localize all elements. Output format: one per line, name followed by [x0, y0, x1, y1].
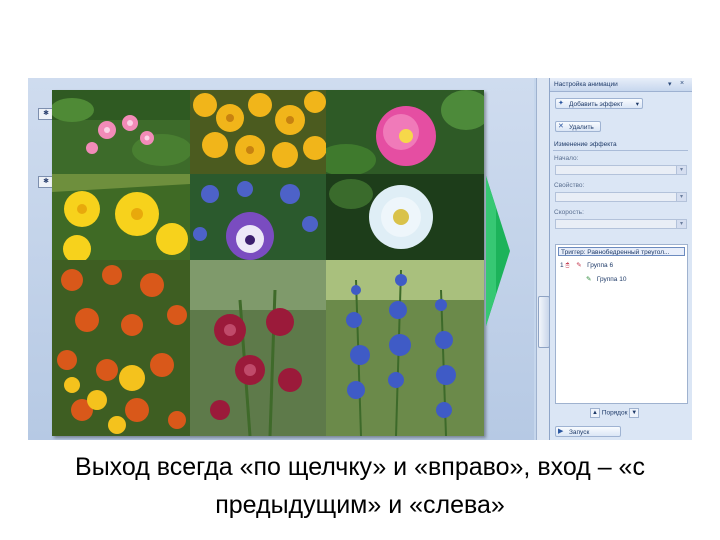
start-select[interactable]: ▾: [555, 165, 687, 175]
add-effect-icon: ✦: [558, 100, 564, 107]
photo-marigolds[interactable]: [52, 260, 190, 436]
remove-label: Удалить: [569, 124, 594, 131]
slide-caption: Выход всегда «по щелчку» и «вправо», вхо…: [75, 453, 645, 519]
divider: [553, 150, 688, 151]
speed-select[interactable]: ▾: [555, 219, 687, 229]
photo-yellow-lilies[interactable]: [52, 174, 190, 260]
add-effect-label: Добавить эффект: [569, 101, 624, 108]
property-label: Свойство:: [554, 182, 585, 189]
reorder-label: Порядок: [601, 409, 628, 417]
effect-item-1[interactable]: 1 🖰 ✎ Группа 6: [560, 261, 613, 270]
trigger-row[interactable]: Триггер: Равнобедренный треугол...: [558, 247, 685, 256]
slide-vertical-scrollbar[interactable]: [536, 78, 550, 440]
photo-red-lilies[interactable]: [190, 260, 326, 436]
move-down-icon[interactable]: ▼: [629, 408, 640, 418]
remove-effect-button[interactable]: ✕ Удалить: [555, 121, 601, 132]
start-label: Начало:: [554, 155, 579, 162]
effects-list[interactable]: Триггер: Равнобедренный треугол... 1 🖰 ✎…: [555, 244, 688, 404]
chevron-down-icon: ▾: [676, 166, 686, 174]
photo-white-rose[interactable]: [326, 174, 484, 260]
slide-editing-area: ✱ ✱: [28, 78, 534, 440]
green-triangle-arrow[interactable]: [486, 176, 510, 326]
pane-header: Настройка анимации ▾ ×: [550, 78, 692, 92]
photo-blue-delphinium[interactable]: [326, 260, 484, 436]
powerpoint-screenshot: ✱ ✱ Настройка анимации ▾ × ✦ Добавить эф…: [28, 78, 692, 440]
chevron-down-icon: ▾: [676, 220, 686, 228]
photo-pansies[interactable]: [190, 174, 326, 260]
play-label: Запуск: [569, 429, 590, 436]
change-effect-label: Изменение эффекта: [554, 141, 617, 148]
custom-animation-pane: Настройка анимации ▾ × ✦ Добавить эффект…: [549, 78, 692, 440]
speed-label: Скорость:: [554, 209, 584, 216]
chevron-down-icon: ▾: [676, 193, 686, 201]
exit-effect-icon: ✎: [576, 262, 582, 269]
move-up-icon[interactable]: ▲: [590, 408, 600, 418]
property-select[interactable]: ▾: [555, 192, 687, 202]
play-button[interactable]: ▶ Запуск: [555, 426, 621, 437]
photo-pink-lilies[interactable]: [52, 90, 190, 174]
pane-title: Настройка анимации: [554, 81, 618, 88]
remove-icon: ✕: [558, 123, 564, 130]
entrance-effect-icon: ✎: [586, 276, 592, 283]
effect-label: Группа 6: [587, 262, 614, 269]
chevron-down-icon[interactable]: ▾: [668, 80, 672, 88]
reorder-controls: ▲ Порядок ▼: [590, 408, 640, 418]
add-effect-button[interactable]: ✦ Добавить эффект ▾: [555, 98, 643, 109]
photo-yellow-flowers[interactable]: [190, 90, 326, 174]
effect-label: Группа 10: [596, 276, 627, 283]
close-icon[interactable]: ×: [680, 80, 684, 87]
dropdown-arrow-icon: ▾: [635, 101, 639, 108]
effect-number: 1: [560, 262, 564, 269]
play-icon: ▶: [558, 428, 564, 435]
mouse-click-icon: 🖰: [565, 262, 570, 269]
effect-item-2[interactable]: ✎ Группа 10: [586, 275, 626, 284]
photo-pink-peony[interactable]: [326, 90, 484, 174]
slide-canvas[interactable]: [52, 90, 484, 436]
trigger-label: Триггер: Равнобедренный треугол...: [561, 249, 670, 256]
